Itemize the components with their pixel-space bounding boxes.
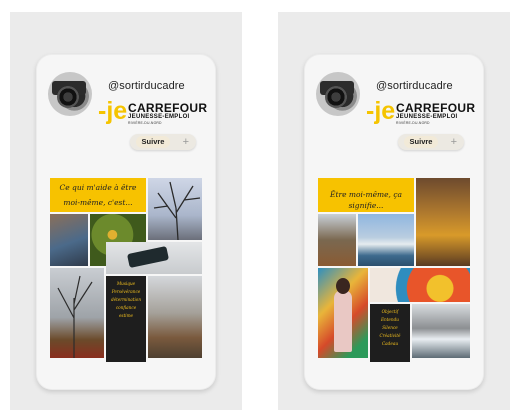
camera-icon (57, 86, 79, 108)
quote-line-1: Être moi-même, ça signifie... (330, 190, 402, 210)
word-1: Musique (116, 281, 136, 286)
logo-subtitle: JEUNESSE-EMPLOI (396, 114, 458, 120)
logo-region: RIVIÈRE-DU-NORD (128, 121, 162, 125)
logo-mark: -je (98, 97, 128, 125)
logo-mark: -je (366, 97, 396, 125)
word-5: Cadeau (381, 341, 399, 346)
quote-line-1: Ce qui m'aide à être (59, 183, 137, 192)
word-3: Silence (382, 325, 398, 330)
alley-photo[interactable] (148, 276, 202, 358)
word-2: Persévérance (111, 289, 141, 294)
words-tile[interactable]: Objectif Entendu Silence Créativité Cade… (370, 304, 410, 362)
word-5: estime (118, 313, 134, 318)
word-4: Créativité (379, 333, 401, 338)
logo-subtitle: JEUNESSE-EMPLOI (128, 114, 190, 120)
profile-card: @sortirducadre -je CARREFOUR JEUNESSE-EM… (304, 54, 484, 390)
camera-icon (325, 86, 347, 108)
word-1: Objectif (381, 309, 399, 314)
knit-photo[interactable] (50, 214, 88, 266)
quote-line-2: moi-même, c'est... (63, 198, 133, 207)
carrefour-logo: -je CARREFOUR JEUNESSE-EMPLOI RIVIÈRE-DU… (98, 97, 208, 128)
word-3: détermination (110, 297, 142, 302)
carrefour-logo: -je CARREFOUR JEUNESSE-EMPLOI RIVIÈRE-DU… (366, 97, 476, 128)
word-4: confiance (115, 305, 137, 310)
post-panel-left: @sortirducadre -je CARREFOUR JEUNESSE-EM… (10, 12, 242, 410)
tree-branches (153, 181, 201, 240)
boardwalk-photo[interactable] (318, 214, 356, 266)
photo-grid: Être moi-même, ça signifie... Objectif E… (318, 178, 470, 362)
profile-card: @sortirducadre -je CARREFOUR JEUNESSE-EM… (36, 54, 216, 390)
photo-grid: Ce qui m'aide à être moi-même, c'est... … (50, 178, 202, 362)
quote-tile[interactable]: Être moi-même, ça signifie... (318, 178, 414, 212)
bridge-photo[interactable] (358, 214, 414, 266)
follow-control: Suivre + (130, 134, 196, 150)
phone-earbuds-photo[interactable] (106, 242, 202, 274)
orange-art-photo[interactable] (370, 268, 470, 302)
words-tile[interactable]: Musique Persévérance détermination confi… (106, 276, 146, 362)
logo-region: RIVIÈRE-DU-NORD (396, 121, 430, 125)
follow-button[interactable]: Suivre (404, 136, 438, 148)
profile-avatar[interactable] (316, 72, 360, 116)
word-2: Entendu (381, 317, 399, 322)
post-panel-right: @sortirducadre -je CARREFOUR JEUNESSE-EM… (278, 12, 510, 410)
follow-button[interactable]: Suivre (136, 136, 170, 148)
tree-photo[interactable] (148, 178, 202, 240)
plus-icon[interactable]: + (183, 134, 189, 150)
follow-control: Suivre + (398, 134, 464, 150)
mural-portrait-photo[interactable] (318, 268, 368, 358)
profile-handle[interactable]: @sortirducadre (108, 80, 185, 92)
profile-handle[interactable]: @sortirducadre (376, 80, 453, 92)
autumn-tree-photo[interactable] (50, 268, 104, 358)
river-photo[interactable] (412, 304, 470, 358)
plus-icon[interactable]: + (451, 134, 457, 150)
bare-tree (57, 275, 93, 358)
profile-avatar[interactable] (48, 72, 92, 116)
quote-tile[interactable]: Ce qui m'aide à être moi-même, c'est... (50, 178, 146, 212)
autumn-forest-photo[interactable] (416, 178, 470, 266)
